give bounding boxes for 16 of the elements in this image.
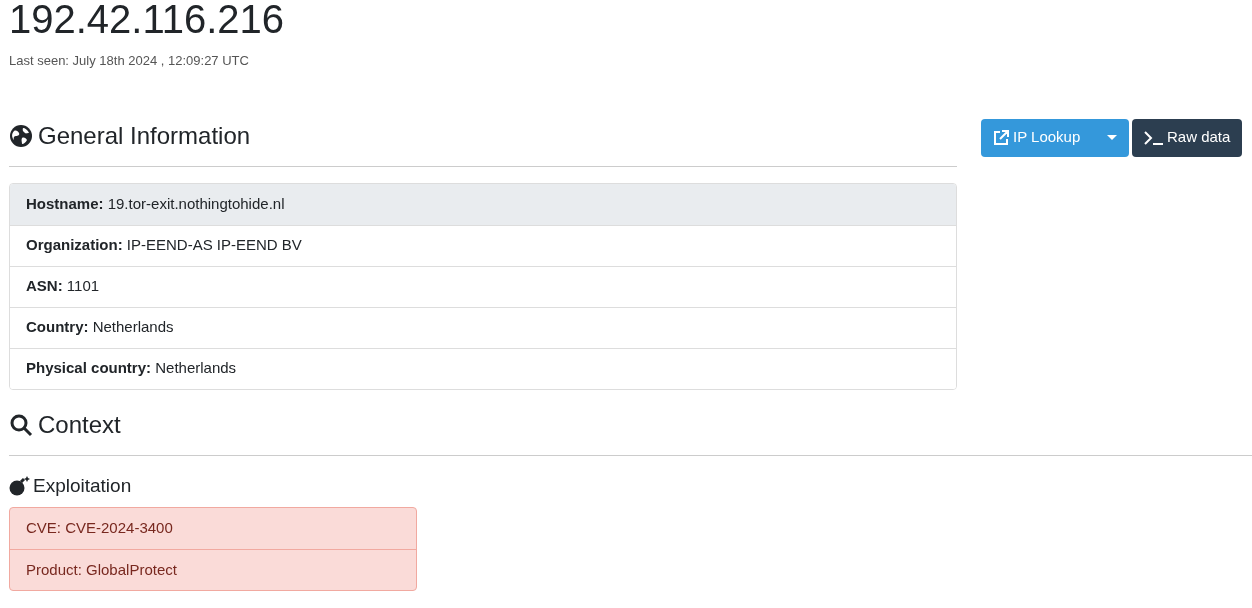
info-row: Hostname: 19.tor-exit.nothingtohide.nl — [10, 183, 956, 225]
external-link-icon — [993, 129, 1009, 146]
info-row: Physical country: Netherlands — [10, 347, 956, 389]
bomb-icon — [9, 475, 30, 496]
exploit-row-text: CVE: CVE-2024-3400 — [25, 518, 174, 539]
terminal-icon — [1144, 130, 1164, 145]
subsection-title: Exploitation — [33, 473, 132, 498]
search-icon — [9, 412, 33, 437]
raw-data-button[interactable]: Raw data — [1132, 118, 1243, 157]
caret-icon — [1107, 134, 1117, 141]
last-seen-text: Last seen: July 18th 2024 , 12:09:27 UTC — [9, 52, 250, 70]
exploit-row: Product: GlobalProtect — [10, 549, 416, 590]
section-title: Context — [38, 409, 121, 440]
globe-icon — [9, 123, 33, 148]
ip-address-title: 192.42.116.216 — [9, 0, 286, 39]
section-title: General Information — [38, 120, 251, 151]
